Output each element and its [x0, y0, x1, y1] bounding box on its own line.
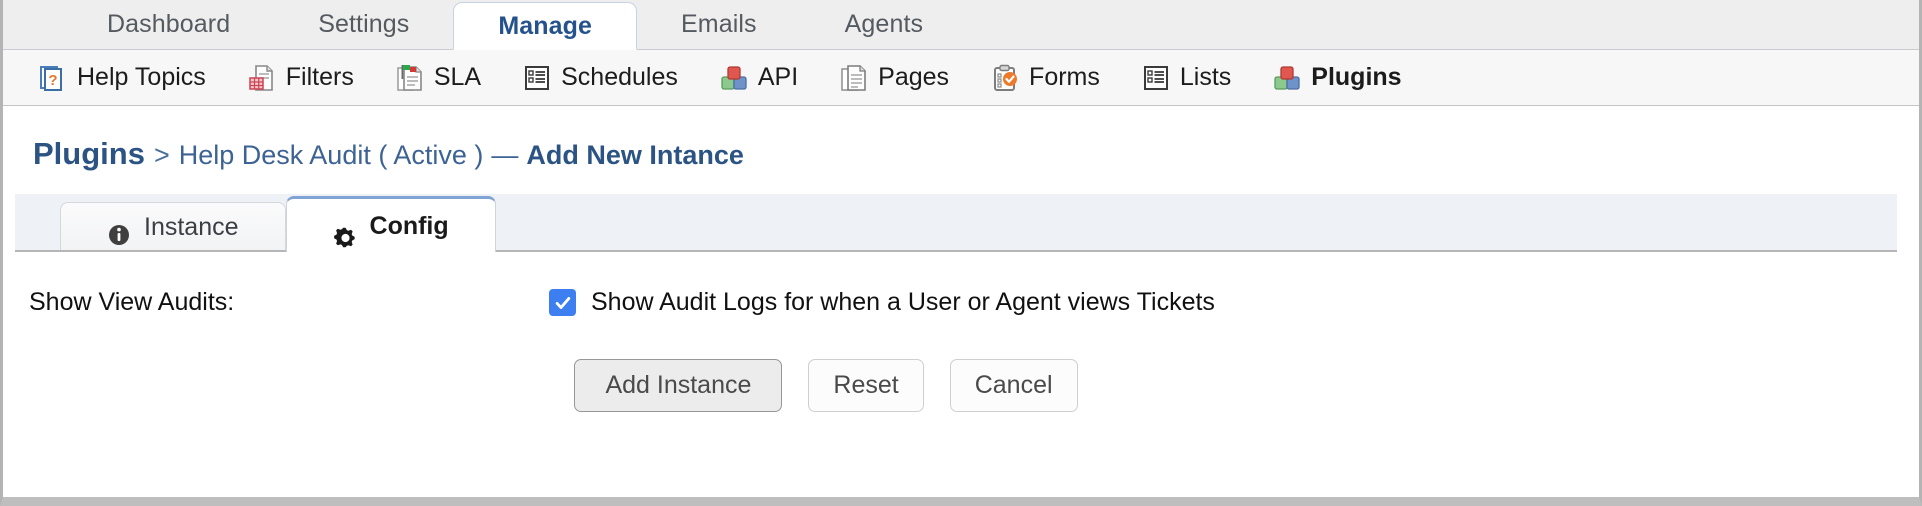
filters-icon: [248, 64, 276, 92]
form-field-show-view-audits: Show Audit Logs for when a User or Agent…: [549, 288, 1215, 317]
check-icon: [555, 296, 570, 309]
breadcrumb-separator: >: [153, 140, 170, 170]
form-button-row: Add Instance Reset Cancel: [15, 359, 1897, 412]
primary-nav-item-dashboard[interactable]: Dashboard: [63, 0, 274, 49]
secondary-nav-item-sla[interactable]: SLA: [396, 63, 481, 92]
secondary-nav-label: Filters: [285, 63, 354, 91]
help-topics-icon: ?: [39, 64, 67, 92]
info-icon: [107, 215, 131, 245]
api-icon: [720, 64, 748, 92]
form-row-show-view-audits: Show View Audits: Show Audit Logs for wh…: [15, 288, 1897, 317]
secondary-nav-label: SLA: [433, 63, 482, 91]
cancel-button[interactable]: Cancel: [949, 359, 1078, 412]
breadcrumb-instance-link[interactable]: Help Desk Audit ( Active ): [179, 140, 484, 170]
primary-nav-label: Manage: [498, 12, 593, 40]
forms-icon: [991, 64, 1019, 92]
sla-icon: [396, 64, 424, 92]
svg-text:?: ?: [48, 72, 57, 89]
primary-navigation: Dashboard Settings Manage Emails Agents: [3, 0, 1919, 50]
primary-nav-item-settings[interactable]: Settings: [274, 0, 453, 49]
show-view-audits-checkbox-label[interactable]: Show Audit Logs for when a User or Agent…: [591, 288, 1215, 317]
config-form: Show View Audits: Show Audit Logs for wh…: [15, 252, 1897, 412]
secondary-nav-label: API: [757, 63, 799, 91]
primary-nav-item-manage[interactable]: Manage: [453, 2, 638, 50]
primary-nav-item-emails[interactable]: Emails: [637, 0, 801, 49]
secondary-nav-label: Forms: [1029, 63, 1100, 91]
secondary-navigation: ? Help Topics Filters SLA Schedules API …: [3, 50, 1919, 106]
lists-icon: [1142, 64, 1170, 92]
secondary-nav-label: Lists: [1179, 63, 1232, 91]
breadcrumb-current-page: Add New Intance: [526, 140, 744, 170]
primary-nav-label: Agents: [844, 10, 924, 38]
secondary-nav-item-forms[interactable]: Forms: [991, 63, 1100, 92]
tab-instance[interactable]: Instance: [60, 202, 286, 250]
schedules-icon: [523, 64, 551, 92]
tab-strip: Instance Config: [15, 194, 1897, 252]
secondary-nav-item-schedules[interactable]: Schedules: [523, 63, 678, 92]
primary-nav-label: Settings: [318, 10, 410, 38]
secondary-nav-label: Help Topics: [77, 63, 206, 91]
secondary-nav-item-lists[interactable]: Lists: [1142, 63, 1231, 92]
add-instance-button[interactable]: Add Instance: [574, 359, 783, 412]
tab-config[interactable]: Config: [285, 196, 496, 252]
secondary-nav-label: Pages: [878, 63, 950, 91]
plugins-icon: [1273, 64, 1301, 92]
secondary-nav-item-plugins[interactable]: Plugins: [1273, 63, 1402, 92]
primary-nav-item-agents[interactable]: Agents: [801, 0, 967, 49]
primary-nav-label: Emails: [681, 10, 757, 38]
secondary-nav-item-pages[interactable]: Pages: [840, 63, 949, 92]
application-window: Dashboard Settings Manage Emails Agents …: [0, 0, 1922, 506]
secondary-nav-item-filters[interactable]: Filters: [248, 63, 354, 92]
breadcrumb-root-link[interactable]: Plugins: [33, 136, 145, 171]
gear-icon: [333, 214, 357, 247]
secondary-nav-item-api[interactable]: API: [720, 63, 798, 92]
pages-icon: [840, 64, 868, 92]
form-label-show-view-audits: Show View Audits:: [29, 288, 235, 316]
breadcrumb-dash: —: [491, 140, 519, 170]
show-view-audits-checkbox[interactable]: [549, 289, 576, 316]
reset-button[interactable]: Reset: [808, 359, 924, 412]
primary-nav-label: Dashboard: [107, 10, 231, 38]
plugin-instance-panel: Instance Config Show View Audits: Show A…: [15, 194, 1897, 412]
tab-label: Instance: [144, 212, 239, 241]
secondary-nav-item-help-topics[interactable]: ? Help Topics: [39, 63, 206, 92]
secondary-nav-label: Plugins: [1311, 63, 1402, 91]
breadcrumb: Plugins > Help Desk Audit ( Active ) — A…: [3, 106, 1919, 194]
tab-label: Config: [369, 211, 449, 240]
secondary-nav-label: Schedules: [561, 63, 678, 91]
